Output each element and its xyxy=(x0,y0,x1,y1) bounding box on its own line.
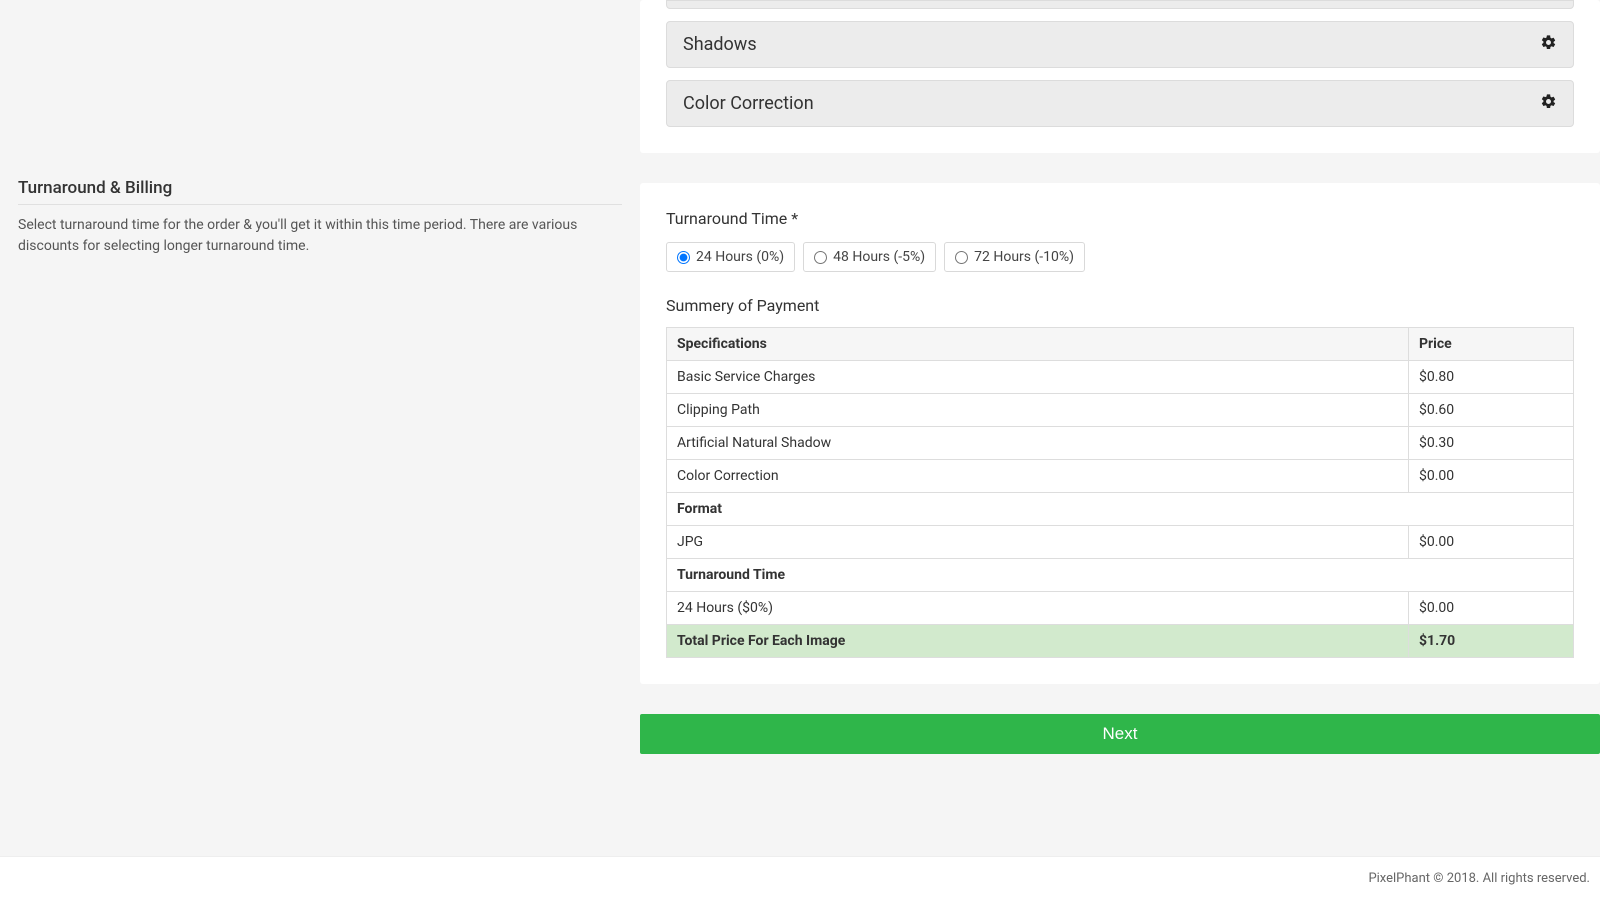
billing-panel: Turnaround Time * 24 Hours (0%) 48 Hours… xyxy=(640,183,1600,684)
gear-icon xyxy=(1540,93,1557,114)
total-price: $1.70 xyxy=(1409,625,1574,658)
spec-cell: JPG xyxy=(667,526,1409,559)
table-row: 24 Hours ($0%) $0.00 xyxy=(667,592,1574,625)
accordion-color-correction[interactable]: Color Correction xyxy=(666,80,1574,127)
price-cell: $0.60 xyxy=(1409,394,1574,427)
price-cell: $0.00 xyxy=(1409,592,1574,625)
total-row: Total Price For Each Image $1.70 xyxy=(667,625,1574,658)
spec-cell: Artificial Natural Shadow xyxy=(667,427,1409,460)
spec-cell: 24 Hours ($0%) xyxy=(667,592,1409,625)
options-panel: Shadows Color Correction xyxy=(640,0,1600,153)
tat-subheader-label: Turnaround Time xyxy=(667,559,1574,592)
table-row: Artificial Natural Shadow $0.30 xyxy=(667,427,1574,460)
turnaround-option-48h[interactable]: 48 Hours (-5%) xyxy=(803,242,936,272)
turnaround-option-24h-label: 24 Hours (0%) xyxy=(696,249,784,265)
accordion-color-correction-label: Color Correction xyxy=(683,93,814,114)
accordion-shadows-label: Shadows xyxy=(683,34,757,55)
summary-col-price: Price xyxy=(1409,328,1574,361)
table-row: Basic Service Charges $0.80 xyxy=(667,361,1574,394)
price-cell: $0.00 xyxy=(1409,526,1574,559)
summary-heading: Summery of Payment xyxy=(666,296,1574,315)
gear-icon xyxy=(1540,34,1557,55)
price-cell: $0.80 xyxy=(1409,361,1574,394)
turnaround-option-72h[interactable]: 72 Hours (-10%) xyxy=(944,242,1085,272)
next-button[interactable]: Next xyxy=(640,714,1600,754)
tat-subheader: Turnaround Time xyxy=(667,559,1574,592)
turnaround-option-48h-label: 48 Hours (-5%) xyxy=(833,249,925,265)
summary-table: Specifications Price Basic Service Charg… xyxy=(666,327,1574,658)
turnaround-radio-group: 24 Hours (0%) 48 Hours (-5%) 72 Hours (-… xyxy=(666,242,1574,272)
format-subheader-label: Format xyxy=(667,493,1574,526)
turnaround-option-72h-label: 72 Hours (-10%) xyxy=(974,249,1074,265)
turnaround-radio-72h[interactable] xyxy=(955,251,968,264)
turnaround-radio-48h[interactable] xyxy=(814,251,827,264)
spec-cell: Clipping Path xyxy=(667,394,1409,427)
turnaround-option-24h[interactable]: 24 Hours (0%) xyxy=(666,242,795,272)
turnaround-radio-24h[interactable] xyxy=(677,251,690,264)
turnaround-billing-heading: Turnaround & Billing xyxy=(18,178,622,205)
total-label: Total Price For Each Image xyxy=(667,625,1409,658)
turnaround-billing-desc: Select turnaround time for the order & y… xyxy=(18,215,622,257)
table-row: JPG $0.00 xyxy=(667,526,1574,559)
spec-cell: Color Correction xyxy=(667,460,1409,493)
table-row: Clipping Path $0.60 xyxy=(667,394,1574,427)
price-cell: $0.30 xyxy=(1409,427,1574,460)
footer-copyright: PixelPhant © 2018. All rights reserved. xyxy=(0,856,1600,900)
accordion-shadows[interactable]: Shadows xyxy=(666,21,1574,68)
summary-col-spec: Specifications xyxy=(667,328,1409,361)
accordion-collapsed-stub[interactable] xyxy=(666,0,1574,9)
price-cell: $0.00 xyxy=(1409,460,1574,493)
turnaround-time-label: Turnaround Time * xyxy=(666,209,1574,228)
spec-cell: Basic Service Charges xyxy=(667,361,1409,394)
format-subheader: Format xyxy=(667,493,1574,526)
table-row: Color Correction $0.00 xyxy=(667,460,1574,493)
